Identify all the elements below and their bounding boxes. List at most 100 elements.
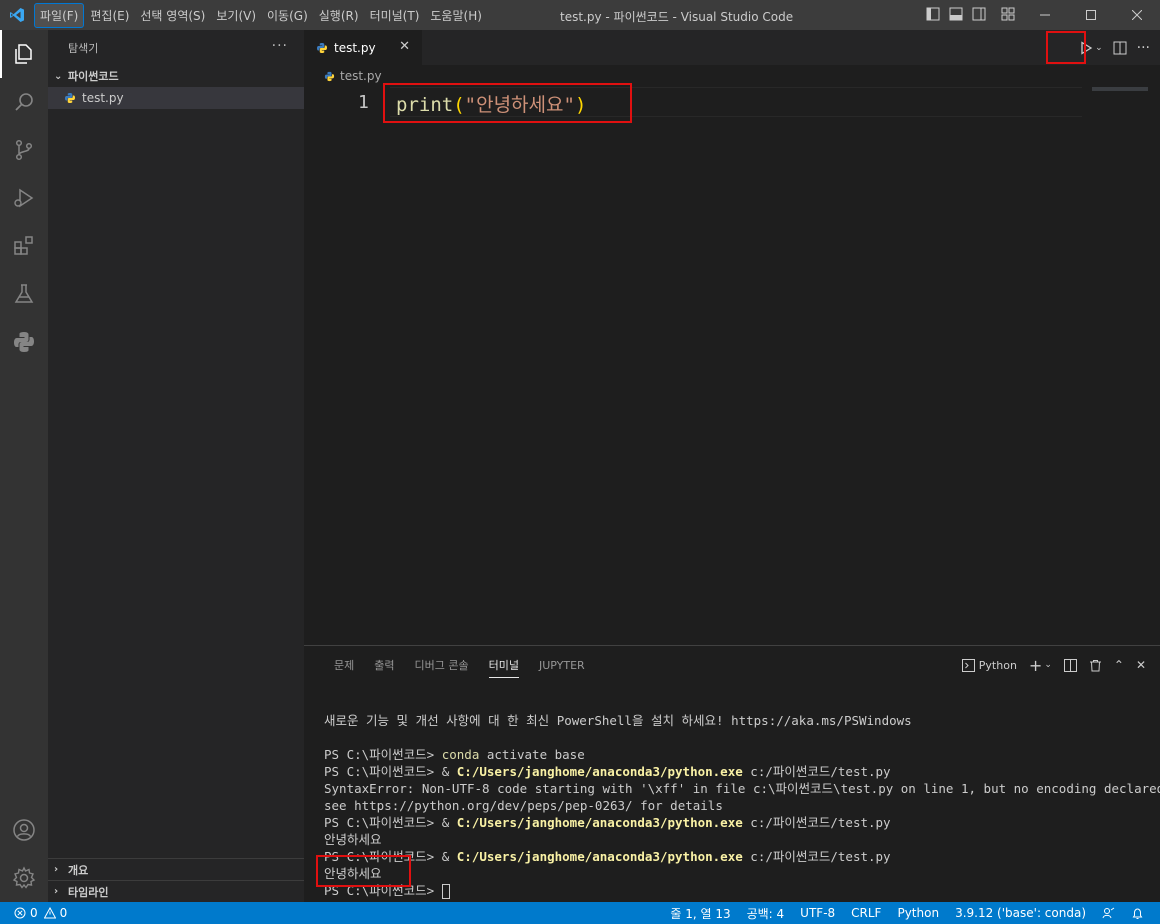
menu-help[interactable]: 도움말(H) xyxy=(425,4,487,27)
workspace-folder[interactable]: ⌄ 파이썬코드 xyxy=(48,65,304,87)
title-bar: 파일(F) 편집(E) 선택 영역(S) 보기(V) 이동(G) 실행(R) 터… xyxy=(0,0,1160,30)
menu-view[interactable]: 보기(V) xyxy=(211,4,261,27)
more-actions-icon[interactable]: ··· xyxy=(272,38,288,54)
explorer-header: 탐색기 ··· xyxy=(48,30,304,65)
vscode-logo-icon xyxy=(0,0,34,30)
menu-bar: 파일(F) 편집(E) 선택 영역(S) 보기(V) 이동(G) 실행(R) 터… xyxy=(34,0,488,30)
tab-output[interactable]: 출력 xyxy=(364,646,404,684)
terminal-icon xyxy=(961,658,975,672)
trash-icon[interactable] xyxy=(1089,659,1102,672)
settings-gear-icon[interactable] xyxy=(0,854,48,902)
terminal-error-line: SyntaxError: Non-UTF-8 code starting wit… xyxy=(324,781,1160,796)
menu-go[interactable]: 이동(G) xyxy=(262,4,313,27)
shell-label: Python xyxy=(978,658,1017,672)
status-right-items: 줄 1, 열 13 공백: 4 UTF-8 CRLF Python 3.9.12… xyxy=(670,902,1144,924)
window-title: test.py - 파이썬코드 - Visual Studio Code xyxy=(560,10,794,24)
terminal-output[interactable]: 새로운 기능 및 개선 사항에 대 한 최신 PowerShell을 설치 하세… xyxy=(324,712,1160,899)
split-terminal-icon[interactable] xyxy=(1063,658,1077,672)
panel-actions: Python + ⌄ ⌃ ✕ xyxy=(961,646,1146,684)
python-file-icon xyxy=(324,71,335,82)
menu-terminal[interactable]: 터미널(T) xyxy=(365,4,425,27)
chevron-down-icon[interactable]: ⌄ xyxy=(1044,660,1052,670)
maximize-panel-icon[interactable]: ⌃ xyxy=(1114,658,1124,672)
warning-count: 0 xyxy=(59,906,68,920)
bottom-panel: 문제 출력 디버그 콘솔 터미널 JUPYTER Python + ⌄ ⌃ ✕ … xyxy=(304,645,1160,902)
minimap[interactable] xyxy=(1092,87,1148,91)
testing-icon[interactable] xyxy=(0,270,48,318)
python-interpreter[interactable]: 3.9.12 ('base': conda) xyxy=(955,906,1086,920)
toggle-panel-icon[interactable] xyxy=(949,7,963,24)
new-terminal-icon[interactable]: + xyxy=(1029,656,1042,675)
toggle-sidebar-icon[interactable] xyxy=(926,7,940,24)
tab-terminal[interactable]: 터미널 xyxy=(479,646,529,684)
terminal-prompt: PS C:\파이썬코드> xyxy=(324,747,442,762)
feedback-icon[interactable] xyxy=(1102,907,1115,920)
notifications-bell-icon[interactable] xyxy=(1131,907,1144,920)
close-icon[interactable] xyxy=(1114,0,1160,30)
terminal-amp: & xyxy=(441,764,457,779)
explorer-title: 탐색기 xyxy=(68,41,99,55)
line-number: 1 xyxy=(358,92,369,113)
terminal-error-line: see https://python.org/dev/peps/pep-0263… xyxy=(324,798,723,813)
account-icon[interactable] xyxy=(0,806,48,854)
file-encoding[interactable]: UTF-8 xyxy=(800,906,835,920)
terminal-shell-selector[interactable]: Python xyxy=(961,658,1017,672)
customize-layout-icon[interactable] xyxy=(1001,7,1015,24)
tab-test-py[interactable]: test.py ✕ xyxy=(304,30,422,65)
file-item-test-py[interactable]: test.py xyxy=(48,87,304,109)
layout-controls xyxy=(926,0,1015,30)
menu-file[interactable]: 파일(F) xyxy=(34,2,85,28)
error-count: 0 xyxy=(30,906,38,920)
menu-selection[interactable]: 선택 영역(S) xyxy=(135,4,210,27)
code-editor[interactable]: 1 print("안녕하세요") xyxy=(304,87,1160,645)
status-problems[interactable]: 0 0 xyxy=(14,902,67,924)
annotation-box-output xyxy=(316,855,411,887)
menu-edit[interactable]: 편집(E) xyxy=(85,4,134,27)
python-file-icon xyxy=(64,92,76,104)
run-dropdown-icon[interactable]: ⌄ xyxy=(1095,43,1103,53)
split-editor-icon[interactable] xyxy=(1113,41,1127,55)
outline-label: 개요 xyxy=(68,863,89,877)
terminal-banner: 새로운 기능 및 개선 사항에 대 한 최신 PowerShell을 설치 하세… xyxy=(324,713,912,728)
explorer-icon[interactable] xyxy=(0,30,48,78)
menu-run[interactable]: 실행(R) xyxy=(314,4,364,27)
breadcrumb-file[interactable]: test.py xyxy=(340,69,382,83)
run-debug-icon[interactable] xyxy=(0,174,48,222)
terminal-prompt: PS C:\파이썬코드> xyxy=(324,764,442,779)
python-file-icon xyxy=(316,42,328,54)
language-mode[interactable]: Python xyxy=(897,906,939,920)
extensions-icon[interactable] xyxy=(0,222,48,270)
outline-section[interactable]: › 개요 xyxy=(48,858,304,880)
source-control-icon[interactable] xyxy=(0,126,48,174)
terminal-script-arg: c:/파이썬코드/test.py xyxy=(742,849,891,864)
window-controls xyxy=(1022,0,1160,30)
terminal-exe-path: C:/Users/janghome/anaconda3/python.exe xyxy=(456,849,743,864)
annotation-box-run-button xyxy=(1046,31,1086,64)
timeline-section[interactable]: › 타임라인 xyxy=(48,880,304,902)
terminal-script-arg: c:/파이썬코드/test.py xyxy=(742,764,891,779)
maximize-icon[interactable] xyxy=(1068,0,1114,30)
activity-bar xyxy=(0,30,48,902)
terminal-prompt: PS C:\파이썬코드> xyxy=(324,815,442,830)
tab-jupyter[interactable]: JUPYTER xyxy=(529,646,595,684)
chevron-right-icon: › xyxy=(54,886,59,897)
toggle-secondary-sidebar-icon[interactable] xyxy=(972,7,986,24)
editor-actions: ⌄ ··· xyxy=(1079,30,1150,65)
chevron-right-icon: › xyxy=(54,864,59,875)
file-name: test.py xyxy=(82,91,124,105)
tab-problems[interactable]: 문제 xyxy=(324,646,364,684)
end-of-line[interactable]: CRLF xyxy=(851,906,881,920)
close-panel-icon[interactable]: ✕ xyxy=(1136,658,1146,672)
minimize-icon[interactable] xyxy=(1022,0,1068,30)
chevron-down-icon: ⌄ xyxy=(54,70,63,82)
close-tab-icon[interactable]: ✕ xyxy=(399,39,410,54)
status-bar: 0 0 줄 1, 열 13 공백: 4 UTF-8 CRLF Python 3.… xyxy=(0,902,1160,924)
indentation[interactable]: 공백: 4 xyxy=(747,905,785,922)
cursor-position[interactable]: 줄 1, 열 13 xyxy=(670,905,730,922)
tab-debug-console[interactable]: 디버그 콘솔 xyxy=(405,646,479,684)
search-icon[interactable] xyxy=(0,78,48,126)
more-actions-icon[interactable]: ··· xyxy=(1137,40,1150,56)
python-icon[interactable] xyxy=(0,318,48,366)
terminal-cursor xyxy=(441,884,450,899)
terminal-exe-path: C:/Users/janghome/anaconda3/python.exe xyxy=(456,764,743,779)
